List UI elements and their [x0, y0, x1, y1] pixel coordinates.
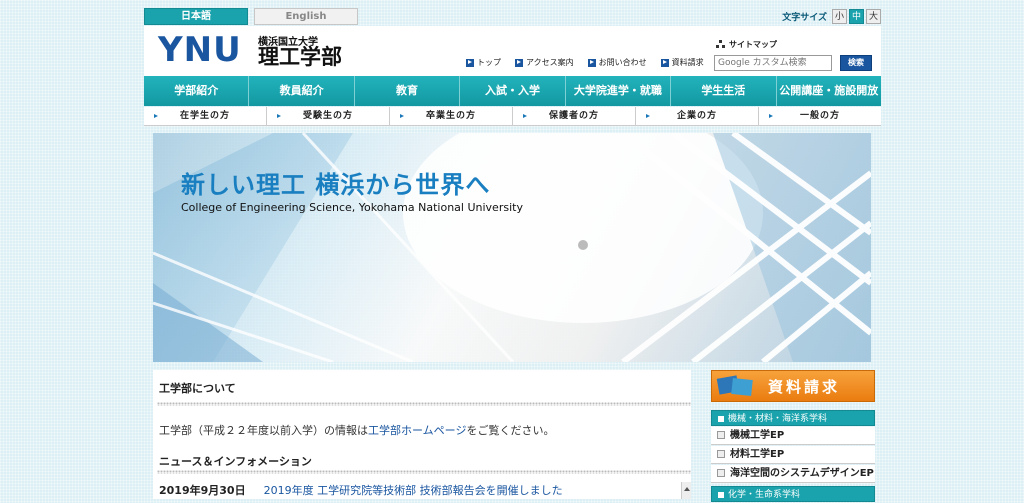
tab-english[interactable]: English — [254, 8, 358, 25]
header-link-contact[interactable]: お問い合わせ — [587, 57, 647, 68]
page-wrapper: 日本語 English 文字サイズ 小 中 大 YNU 横浜国立大学 理工学部 … — [144, 0, 881, 502]
sitemap-link[interactable]: サイトマップ — [716, 39, 777, 50]
arrow-right-icon — [587, 58, 596, 67]
news-scroll-up[interactable] — [681, 482, 691, 499]
arrow-right-icon — [466, 58, 474, 67]
font-size-switcher: 文字サイズ 小 中 大 — [782, 8, 881, 24]
nav-public-lectures[interactable]: 公開講座・施設開放 — [776, 76, 881, 106]
nav-education[interactable]: 教育 — [354, 76, 461, 106]
main-content: 工学部について 工学部（平成２２年度以前入学）の情報は工学部ホームページをご覧く… — [153, 370, 691, 499]
news-link[interactable]: 2019年度 工学研究院等技術部 技術部報告会を開催しました — [264, 482, 563, 498]
audience-parents[interactable]: 保護者の方 — [513, 107, 636, 125]
search-button[interactable]: 検索 — [840, 55, 872, 71]
header-link-access[interactable]: アクセス案内 — [515, 57, 574, 68]
font-size-medium-button[interactable]: 中 — [849, 8, 864, 24]
hero-title: 新しい理工 横浜から世界へ — [181, 171, 491, 199]
divider — [157, 402, 691, 406]
nav-faculty-members[interactable]: 教員紹介 — [249, 76, 355, 106]
header-links: トップ アクセス案内 お問い合わせ 資料請求 — [466, 57, 704, 68]
arrow-right-icon — [660, 58, 669, 67]
faculty-name[interactable]: 理工学部 — [258, 45, 342, 69]
font-size-small-button[interactable]: 小 — [832, 8, 847, 24]
nav-student-life[interactable]: 学生生活 — [671, 76, 777, 106]
hero-subtitle: College of Engineering Science, Yokohama… — [181, 201, 523, 214]
dept-item-materials-ep[interactable]: 材料工学EP — [711, 446, 875, 464]
brochure-icon — [718, 375, 758, 397]
audience-applicants[interactable]: 受験生の方 — [267, 107, 390, 125]
header-link-top[interactable]: トップ — [466, 57, 501, 68]
audience-alumni[interactable]: 卒業生の方 — [390, 107, 513, 125]
main-nav: 学部紹介 教員紹介 教育 入試・入学 大学院進学・就職 学生生活 公開講座・施設… — [144, 76, 881, 106]
faculty-homepage-link[interactable]: 工学部ホームページ — [368, 424, 466, 437]
dept-heading-mechanical[interactable]: 機械・材料・海洋系学科 — [711, 410, 875, 426]
dept-item-ocean-system-ep[interactable]: 海洋空間のシステムデザインEP — [711, 465, 875, 483]
section-title: 工学部について — [159, 382, 236, 395]
nav-faculty-intro[interactable]: 学部紹介 — [144, 76, 250, 106]
news-item: 2019年9月30日 2019年度 工学研究院等技術部 技術部報告会を開催しまし… — [159, 482, 563, 498]
ynu-logo[interactable]: YNU — [158, 32, 242, 68]
language-bar: 日本語 English 文字サイズ 小 中 大 — [144, 8, 881, 26]
site-header: YNU 横浜国立大学 理工学部 トップ アクセス案内 お問い合わせ 資料請求 サ… — [144, 26, 881, 76]
audience-companies[interactable]: 企業の方 — [636, 107, 759, 125]
arrow-right-icon — [515, 58, 523, 67]
request-materials-button[interactable]: 資料請求 — [711, 370, 875, 402]
sitemap-icon — [716, 40, 725, 49]
nav-admissions[interactable]: 入試・入学 — [460, 76, 566, 106]
hero-banner: 新しい理工 横浜から世界へ College of Engineering Sci… — [153, 133, 871, 362]
font-size-large-button[interactable]: 大 — [866, 8, 881, 24]
font-size-label: 文字サイズ — [782, 12, 827, 23]
nav-graduate-careers[interactable]: 大学院進学・就職 — [565, 76, 672, 106]
header-link-request[interactable]: 資料請求 — [660, 57, 704, 68]
news-heading: ニュース＆インフォメーション — [159, 455, 312, 468]
intro-text: 工学部（平成２２年度以前入学）の情報は工学部ホームページをご覧ください。 — [159, 424, 555, 437]
divider — [157, 470, 691, 474]
side-column: 資料請求 機械・材料・海洋系学科 機械工学EP 材料工学EP 海洋空間のシステム… — [711, 370, 875, 502]
dept-item-mechanical-ep[interactable]: 機械工学EP — [711, 427, 875, 445]
dept-heading-chemistry[interactable]: 化学・生命系学科 — [711, 486, 875, 502]
search-input[interactable] — [714, 55, 832, 71]
tab-japanese[interactable]: 日本語 — [144, 8, 248, 25]
news-date: 2019年9月30日 — [159, 484, 246, 497]
audience-nav: 在学生の方 受験生の方 卒業生の方 保護者の方 企業の方 一般の方 — [144, 107, 881, 126]
audience-current-students[interactable]: 在学生の方 — [144, 107, 267, 125]
audience-general[interactable]: 一般の方 — [759, 107, 881, 125]
